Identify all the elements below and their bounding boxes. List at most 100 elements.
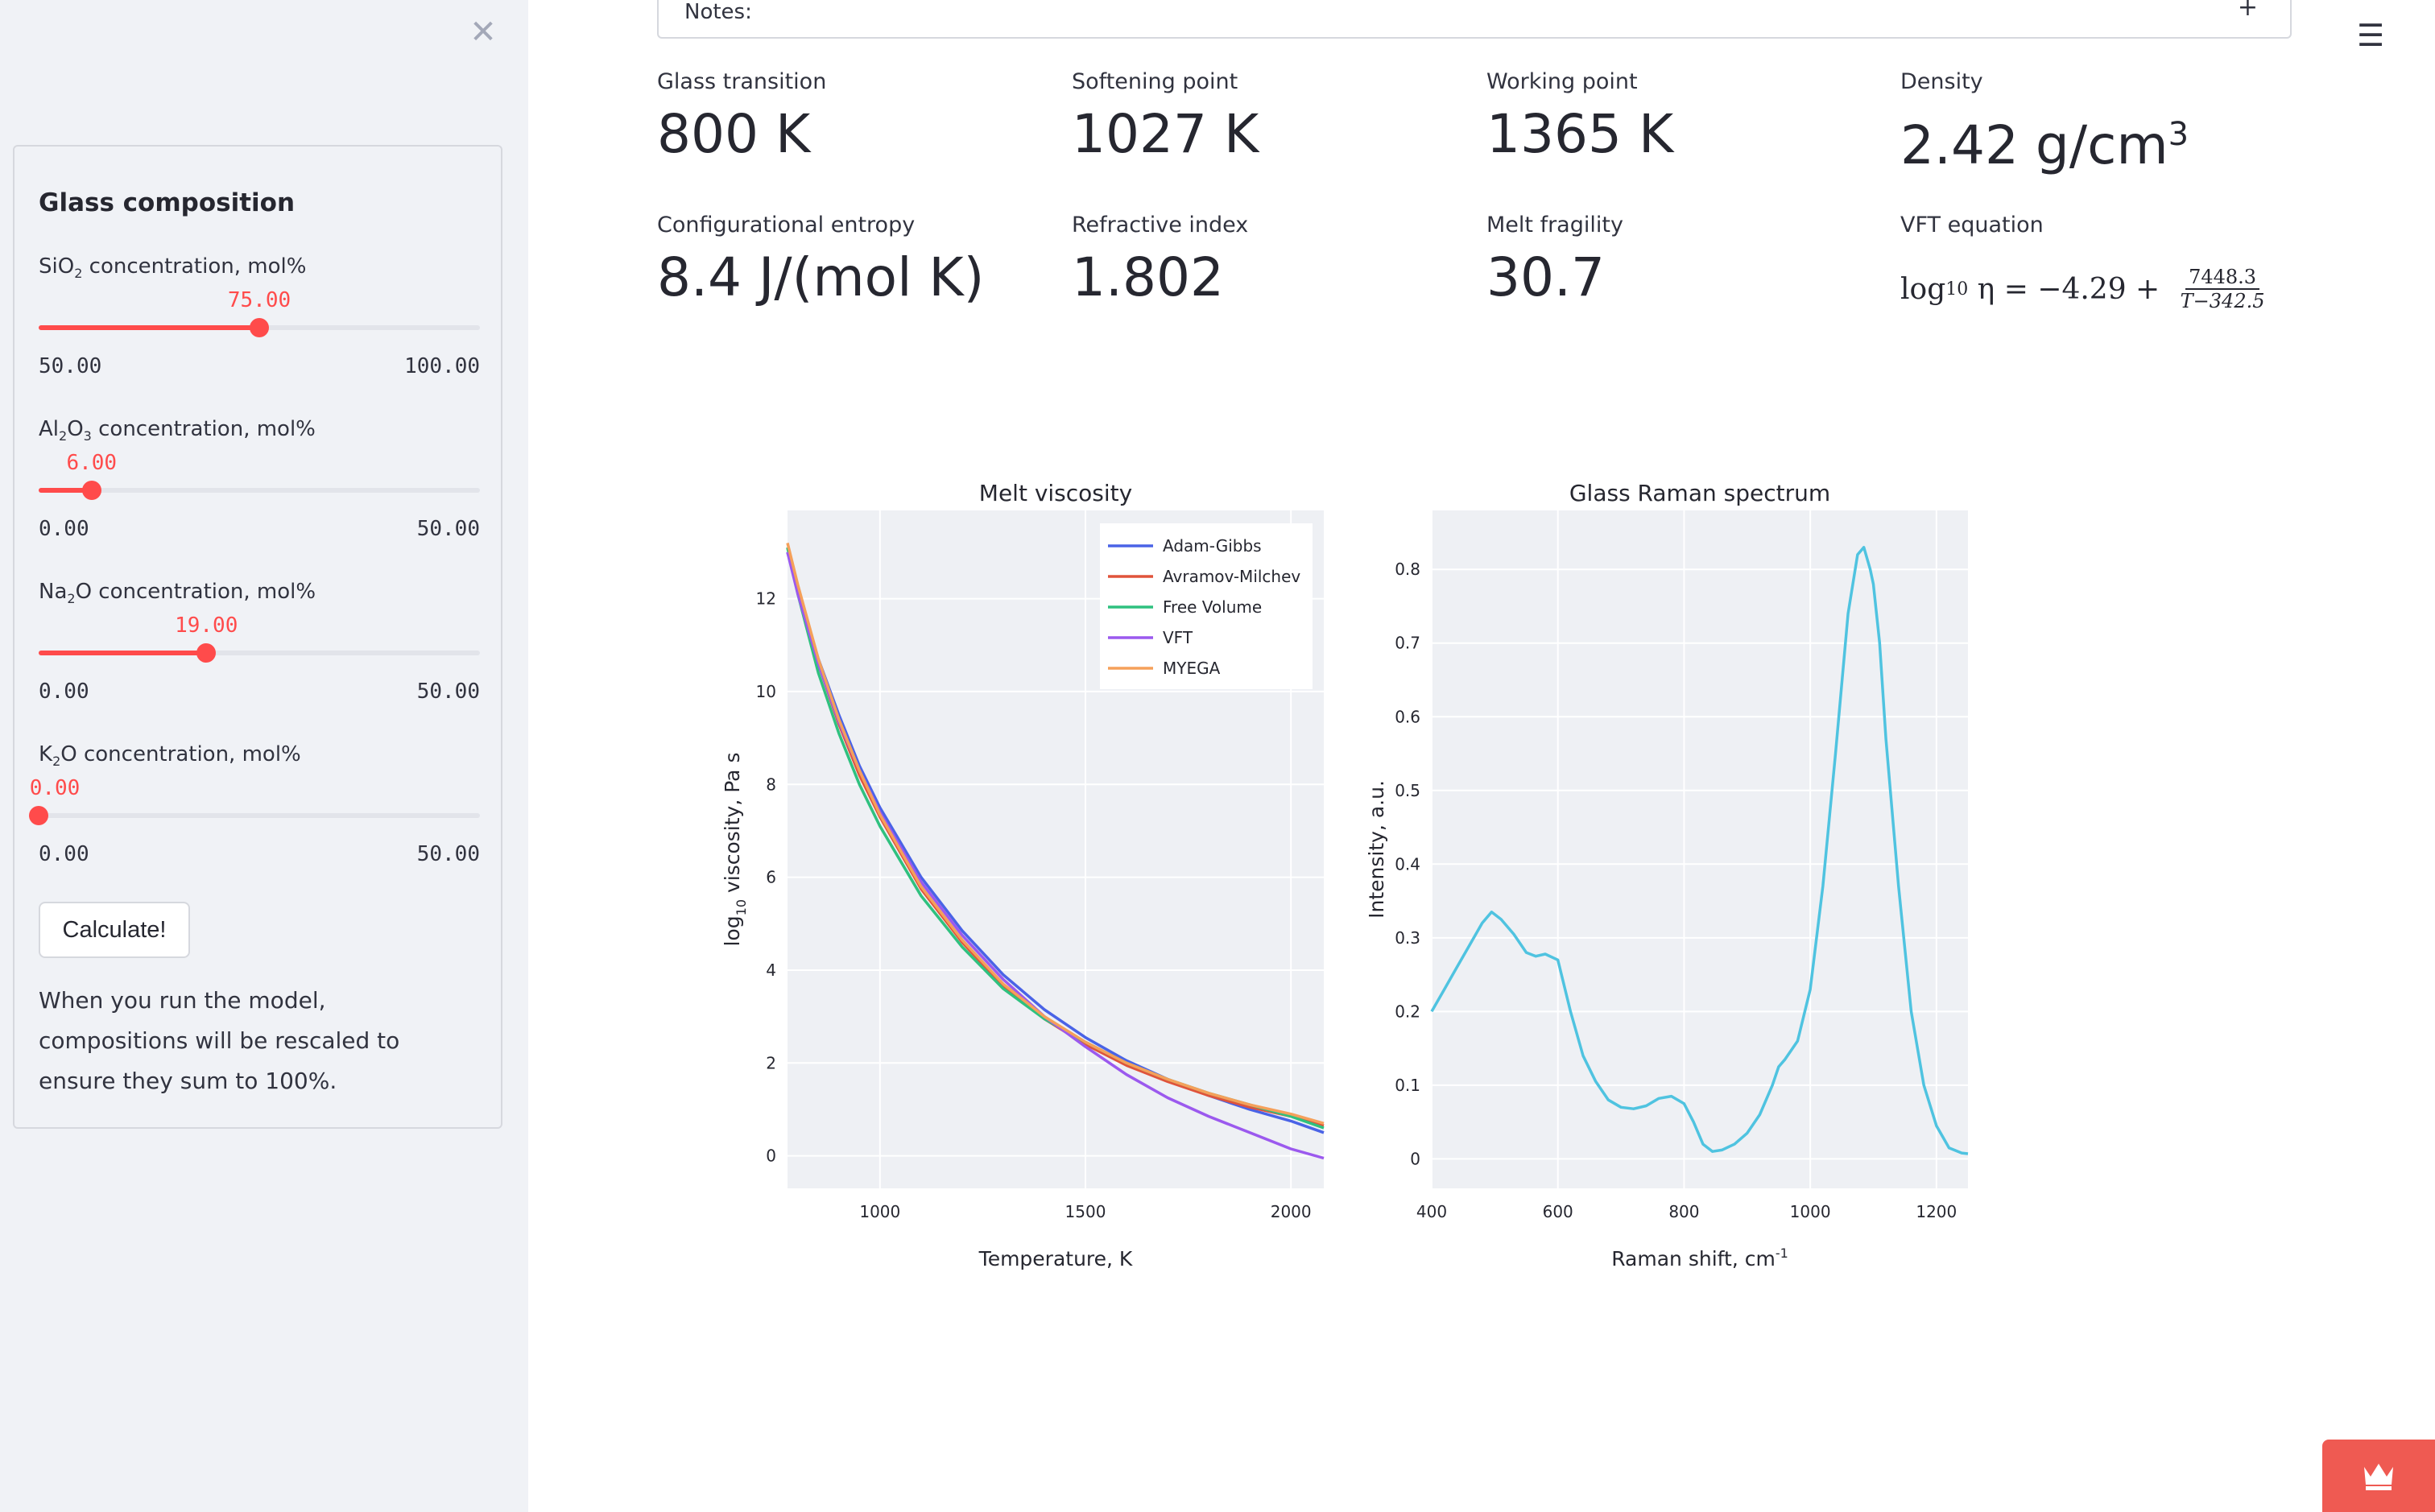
vft-fraction: 7448.3 T−342.5 xyxy=(2177,266,2268,312)
slider-min: 0.00 xyxy=(39,680,89,704)
chart-title: Melt viscosity xyxy=(979,480,1132,506)
slider-track[interactable] xyxy=(29,806,480,825)
slider-label: Na2O concentration, mol% xyxy=(39,580,316,606)
calculate-button[interactable]: Calculate! xyxy=(39,902,190,958)
metric-configurational-entropy: Configurational entropy 8.4 J/(mol K) xyxy=(657,213,1060,310)
slider-label-part: 2 xyxy=(74,266,83,282)
y-tick-label: 0.5 xyxy=(1395,781,1420,800)
slider-label-part: O xyxy=(75,580,93,604)
slider-label-part: 3 xyxy=(83,428,92,444)
slider-label-part: SiO xyxy=(39,254,75,279)
y-axis-label: Intensity, a.u. xyxy=(1365,780,1388,919)
y-tick-label: 0 xyxy=(1410,1149,1420,1168)
slider-min: 0.00 xyxy=(39,842,89,866)
slider-track[interactable] xyxy=(39,318,480,337)
glass-composition-panel: Glass composition SiO2 concentration, mo… xyxy=(13,145,502,1129)
x-tick-label: 800 xyxy=(1668,1202,1699,1221)
slider-max: 50.00 xyxy=(416,517,480,541)
y-tick-label: 10 xyxy=(756,682,776,701)
metric-refractive-index: Refractive index 1.802 xyxy=(1072,213,1474,310)
hamburger-menu-icon[interactable]: ☰ xyxy=(2354,18,2387,53)
metric-label: Melt fragility xyxy=(1486,213,1623,238)
y-tick-label: 0.7 xyxy=(1395,634,1420,653)
slider-max: 50.00 xyxy=(416,842,480,866)
slider-thumb[interactable] xyxy=(250,318,269,337)
metric-value: 2.42 g/cm3 xyxy=(1900,102,2303,178)
slider-thumb[interactable] xyxy=(29,806,48,825)
y-tick-label: 0.2 xyxy=(1395,1002,1420,1021)
metric-label: VFT equation xyxy=(1900,213,2044,238)
slider-value: 75.00 xyxy=(227,288,291,312)
metric-label: Glass transition xyxy=(657,69,827,94)
slider-label-part: Al xyxy=(39,417,60,441)
slider-label-part: K xyxy=(39,742,53,766)
y-tick-label: 0.6 xyxy=(1395,707,1420,726)
slider-label-part: concentration, mol% xyxy=(91,417,316,441)
x-tick-label: 2000 xyxy=(1271,1202,1312,1221)
expand-plus-icon[interactable]: + xyxy=(2238,0,2258,22)
metric-value: 1365 K xyxy=(1486,103,1674,165)
legend-label: Adam-Gibbs xyxy=(1163,536,1262,556)
vft-log-base: 10 xyxy=(1945,279,1969,300)
notes-label: Notes: xyxy=(684,0,752,24)
metric-density: Density 2.42 g/cm3 xyxy=(1900,69,2303,178)
notes-expander[interactable]: Notes: + xyxy=(657,0,2292,39)
slider-label-part: Na xyxy=(39,580,68,604)
metric-working-point: Working point 1365 K xyxy=(1486,69,1889,167)
slider-label: SiO2 concentration, mol% xyxy=(39,254,306,281)
slider-label-part: 2 xyxy=(67,591,76,607)
metric-label: Working point xyxy=(1486,69,1638,94)
slider-label-part: 2 xyxy=(59,428,68,444)
slider-label-part: O xyxy=(67,417,84,441)
x-axis-label: Temperature, K xyxy=(978,1247,1133,1270)
x-axis-label: Raman shift, cm-1 xyxy=(1611,1246,1788,1270)
close-sidebar-icon[interactable]: ✕ xyxy=(465,14,501,50)
slider-thumb[interactable] xyxy=(196,643,217,663)
panel-title: Glass composition xyxy=(39,188,296,217)
slider-label: K2O concentration, mol% xyxy=(39,742,301,769)
slider-min: 0.00 xyxy=(39,517,89,541)
chart-title: Glass Raman spectrum xyxy=(1569,480,1830,506)
vft-numerator: 7448.3 xyxy=(2185,266,2260,290)
y-axis-label: log10 viscosity, Pa s xyxy=(721,753,749,947)
legend-label: Free Volume xyxy=(1163,597,1262,617)
vft-equation: log 10 η = −4.29 + 7448.3 T−342.5 xyxy=(1900,266,2268,312)
y-tick-label: 8 xyxy=(766,775,776,794)
x-tick-label: 1500 xyxy=(1065,1202,1106,1221)
slider-0: SiO2 concentration, mol% 75.00 50.00 100.00 xyxy=(39,254,480,415)
metric-label: Refractive index xyxy=(1072,213,1249,238)
plot-background xyxy=(1432,510,1968,1188)
raman-chart: 400 600 800 1000 1200 0 0.1 0.2 0.3 0.4 0.5 0.6 0.7 0… xyxy=(1365,480,1969,1270)
metric-value: 1027 K xyxy=(1072,103,1259,165)
metric-value: 30.7 xyxy=(1486,246,1605,308)
y-tick-label: 4 xyxy=(766,960,776,980)
y-tick-label: 0.1 xyxy=(1395,1076,1420,1095)
slider-track[interactable] xyxy=(39,481,480,500)
y-tick-label: 0 xyxy=(766,1146,776,1166)
legend-label: MYEGA xyxy=(1163,659,1221,678)
y-tick-label: 12 xyxy=(756,589,776,609)
slider-track[interactable] xyxy=(39,643,480,663)
x-tick-label: 1000 xyxy=(859,1202,900,1221)
metric-value: 800 K xyxy=(657,103,811,165)
rescale-note: When you run the model, compositions wil… xyxy=(39,987,400,1094)
metric-value: 8.4 J/(mol K) xyxy=(657,246,985,308)
metric-label: Softening point xyxy=(1072,69,1238,94)
slider-max: 100.00 xyxy=(404,354,480,378)
slider-label-part: concentration, mol% xyxy=(82,254,307,279)
slider-label-part: 2 xyxy=(52,754,61,770)
vft-log: log xyxy=(1900,272,1946,306)
density-value: 2.42 g/cm xyxy=(1900,114,2168,176)
sidebar: ✕ Glass composition SiO2 concentration, … xyxy=(0,0,528,1512)
slider-2: Na2O concentration, mol% 19.00 0.00 50.00 xyxy=(39,580,480,741)
vft-denominator: T−342.5 xyxy=(2180,290,2265,312)
metric-label: Configurational entropy xyxy=(657,213,916,238)
slider-3: K2O concentration, mol% 0.00 0.00 50.00 xyxy=(29,742,480,903)
slider-thumb[interactable] xyxy=(81,481,101,500)
metric-label: Density xyxy=(1900,69,1983,94)
metric-melt-fragility: Melt fragility 30.7 xyxy=(1486,213,1889,310)
slider-label-part: concentration, mol% xyxy=(76,742,301,766)
y-tick-label: 0.3 xyxy=(1395,928,1420,948)
viscosity-chart: 1000 1500 2000 0 2 4 6 8 10 12 Melt viscosity Tempe… xyxy=(721,480,1325,1270)
streamlit-badge[interactable] xyxy=(2322,1440,2435,1512)
